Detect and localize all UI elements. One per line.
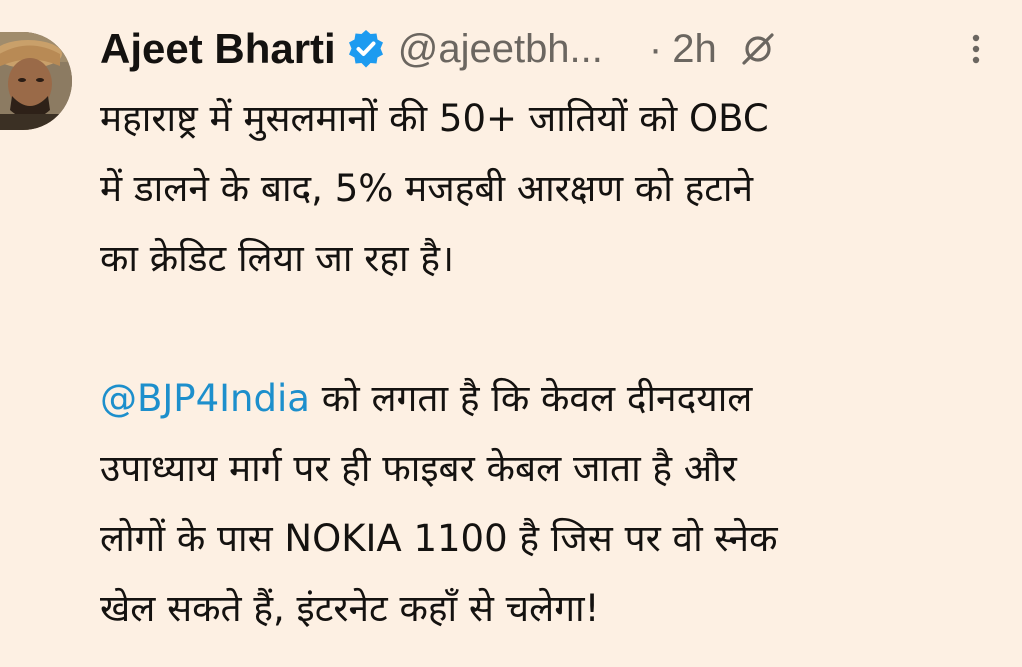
separator-dot: ·	[648, 26, 663, 71]
author-name[interactable]: Ajeet Bharti	[100, 25, 336, 73]
text-line: उपाध्याय मार्ग पर ही फाइबर केबल जाता है …	[100, 447, 737, 490]
verified-badge-icon	[346, 29, 386, 69]
tweet-text: महाराष्ट्र में मुसलमानों की 50+ जातियों …	[100, 84, 1010, 644]
tweet-timestamp[interactable]: 2h	[672, 27, 717, 72]
tweet-paragraph-1: महाराष्ट्र में मुसलमानों की 50+ जातियों …	[100, 84, 1010, 294]
tweet-card[interactable]: Ajeet Bharti @ajeetbh... · 2h महाराष्ट्र…	[0, 0, 1022, 667]
mention-link[interactable]: @BJP4India	[100, 377, 310, 420]
user-avatar[interactable]	[0, 32, 72, 130]
tweet-header: Ajeet Bharti @ajeetbh... · 2h	[100, 22, 777, 76]
author-handle[interactable]: @ajeetbh...	[398, 27, 603, 72]
more-options-icon[interactable]	[970, 34, 982, 64]
grok-icon[interactable]	[739, 30, 777, 68]
text-line: महाराष्ट्र में मुसलमानों की 50+ जातियों …	[100, 97, 769, 140]
text-line: खेल सकते हैं, इंटरनेट कहाँ से चलेगा!	[100, 587, 600, 630]
tweet-paragraph-2: @BJP4India को लगता है कि केवल दीनदयाल उप…	[100, 364, 1010, 644]
text-line: को लगता है कि केवल दीनदयाल	[309, 377, 753, 420]
text-line: में डालने के बाद, 5% मजहबी आरक्षण को हटा…	[100, 167, 754, 210]
avatar-photo	[0, 32, 72, 130]
text-line: लोगों के पास NOKIA 1100 है जिस पर वो स्न…	[100, 517, 778, 560]
text-line: का क्रेडिट लिया जा रहा है।	[100, 237, 455, 280]
